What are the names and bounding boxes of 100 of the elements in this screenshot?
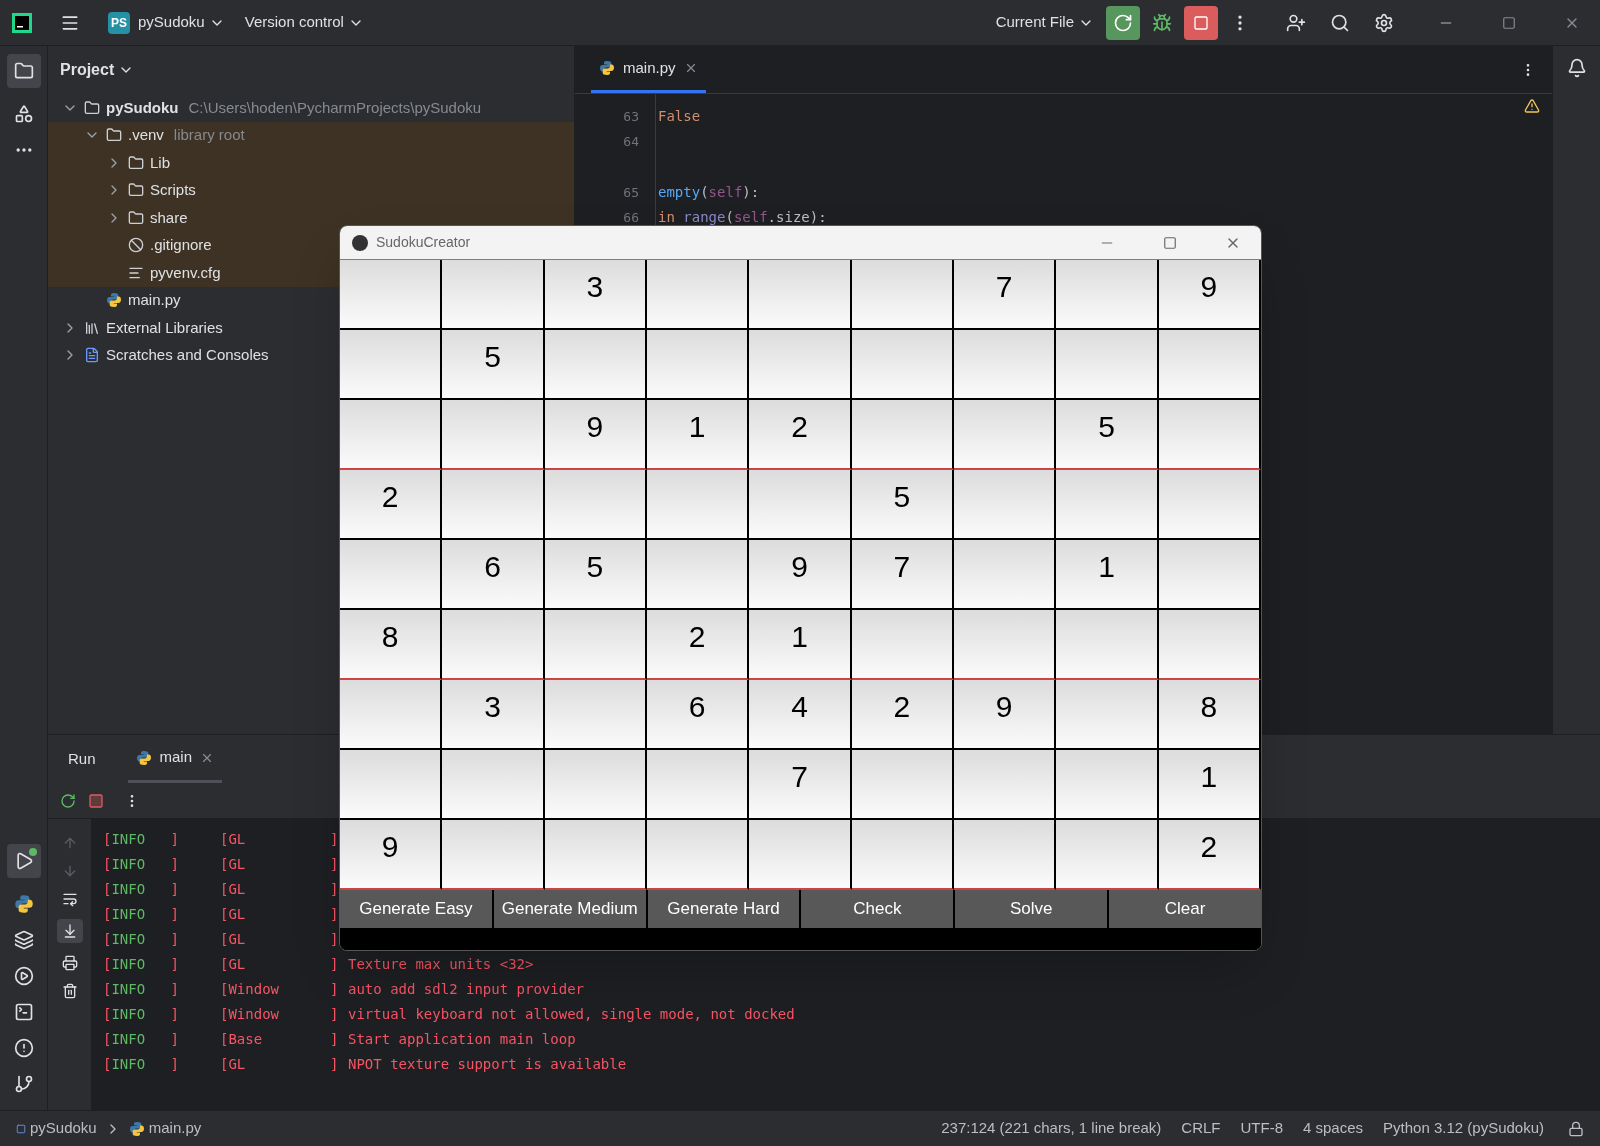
sudoku-cell[interactable]: 7	[749, 750, 852, 820]
sudoku-cell[interactable]: 1	[647, 400, 750, 470]
sudoku-cell[interactable]	[851, 750, 954, 820]
sudoku-cell[interactable]: 9	[749, 540, 852, 610]
sudoku-cell[interactable]	[442, 260, 545, 330]
rerun-button[interactable]	[1106, 5, 1140, 40]
sudoku-cell[interactable]: 5	[442, 330, 545, 400]
sudoku-cell[interactable]: 2	[851, 680, 954, 750]
project-view-selector[interactable]: Project	[60, 58, 135, 82]
sudoku-cell[interactable]: 2	[749, 400, 852, 470]
sudoku-cell[interactable]	[340, 680, 443, 750]
editor-tab[interactable]: main.py	[591, 46, 706, 93]
action-button[interactable]: Generate Easy	[340, 890, 492, 928]
breadcrumb[interactable]: pySudoku	[30, 1117, 97, 1140]
sudoku-cell[interactable]: 1	[1056, 540, 1159, 610]
sudoku-cell[interactable]: 2	[1158, 820, 1261, 890]
breadcrumb[interactable]: main.py	[148, 1117, 202, 1140]
sudoku-cell[interactable]	[1158, 470, 1261, 540]
sudoku-cell[interactable]	[1158, 330, 1261, 400]
sudoku-cell[interactable]	[1158, 610, 1261, 680]
rerun-icon[interactable]	[60, 792, 76, 809]
sudoku-cell[interactable]: 4	[749, 680, 852, 750]
run-config-selector[interactable]: Current File	[995, 11, 1094, 34]
sudoku-cell[interactable]	[1056, 330, 1159, 400]
sudoku-cell[interactable]: 7	[851, 540, 954, 610]
settings-icon[interactable]	[1374, 12, 1394, 33]
structure-icon[interactable]	[13, 104, 34, 124]
sudoku-cell[interactable]: 1	[749, 610, 852, 680]
tree-item-label[interactable]: main.py	[128, 289, 181, 312]
action-button[interactable]: Generate Hard	[647, 890, 800, 928]
sudoku-cell[interactable]	[442, 820, 545, 890]
sudoku-cell[interactable]: 5	[544, 540, 647, 610]
services-icon[interactable]	[13, 966, 34, 986]
sudoku-cell[interactable]	[340, 540, 443, 610]
sudoku-cell[interactable]	[1056, 820, 1159, 890]
sudoku-cell[interactable]	[954, 470, 1057, 540]
problems-icon[interactable]	[13, 1038, 34, 1058]
sudoku-cell[interactable]: 8	[340, 610, 443, 680]
status-item[interactable]: Python 3.12 (pySudoku)	[1383, 1117, 1544, 1140]
sudoku-cell[interactable]	[442, 750, 545, 820]
sudoku-cell[interactable]: 6	[442, 540, 545, 610]
sudoku-cell[interactable]	[851, 260, 954, 330]
vcs-menu[interactable]: Version control	[244, 11, 364, 34]
tree-item-label[interactable]: External Libraries	[106, 316, 223, 339]
sudoku-cell[interactable]: 1	[1158, 750, 1261, 820]
sudoku-cell[interactable]: 5	[851, 470, 954, 540]
sudoku-cell[interactable]	[1056, 260, 1159, 330]
sudoku-cell[interactable]	[1158, 400, 1261, 470]
tree-item-label[interactable]: share	[150, 206, 188, 229]
sudoku-cell[interactable]	[647, 470, 750, 540]
tree-item-label[interactable]: .gitignore	[150, 234, 212, 257]
sudoku-cell[interactable]	[1056, 470, 1159, 540]
debug-icon[interactable]	[1152, 12, 1172, 33]
stop-icon[interactable]	[88, 792, 104, 809]
tree-item-label[interactable]: .venv	[128, 124, 164, 147]
sudoku-cell[interactable]	[544, 820, 647, 890]
project-switcher[interactable]: pySudoku	[138, 11, 225, 34]
sudoku-cell[interactable]: 2	[647, 610, 750, 680]
sudoku-cell[interactable]	[442, 400, 545, 470]
sudoku-cell[interactable]	[1056, 610, 1159, 680]
maximize-icon[interactable]	[1502, 15, 1516, 30]
sudoku-cell[interactable]	[647, 260, 750, 330]
sudoku-cell[interactable]: 9	[954, 680, 1057, 750]
status-item[interactable]: CRLF	[1181, 1117, 1221, 1140]
sudoku-cell[interactable]	[851, 330, 954, 400]
print-icon[interactable]	[61, 955, 78, 971]
sudoku-cell[interactable]	[749, 260, 852, 330]
sudoku-cell[interactable]	[647, 820, 750, 890]
sudoku-cell[interactable]	[749, 820, 852, 890]
sudoku-cell[interactable]	[1158, 540, 1261, 610]
sudoku-cell[interactable]	[442, 470, 545, 540]
search-icon[interactable]	[1330, 12, 1350, 33]
sudoku-cell[interactable]	[954, 750, 1057, 820]
sudoku-cell[interactable]	[954, 820, 1057, 890]
sudoku-cell[interactable]	[544, 680, 647, 750]
sudoku-cell[interactable]: 7	[954, 260, 1057, 330]
sudoku-cell[interactable]	[442, 610, 545, 680]
trash-icon[interactable]	[61, 983, 78, 999]
sudoku-cell[interactable]: 2	[340, 470, 443, 540]
tree-item-label[interactable]: pySudoku	[106, 96, 179, 119]
soft-wrap-icon[interactable]	[61, 891, 78, 907]
sudoku-cell[interactable]	[749, 470, 852, 540]
sudoku-cell[interactable]	[647, 750, 750, 820]
stop-button[interactable]	[1184, 5, 1218, 40]
sudoku-cell[interactable]	[954, 610, 1057, 680]
tree-item-label[interactable]: pyvenv.cfg	[150, 261, 221, 284]
sudoku-cell[interactable]: 9	[1158, 260, 1261, 330]
sudoku-cell[interactable]	[340, 400, 443, 470]
sudoku-cell[interactable]	[340, 750, 443, 820]
run-tool-button[interactable]	[6, 844, 41, 878]
sudoku-cell[interactable]: 8	[1158, 680, 1261, 750]
sudoku-cell[interactable]: 5	[1056, 400, 1159, 470]
project-tool-button[interactable]	[6, 54, 41, 88]
tree-item-label[interactable]: Scratches and Consoles	[106, 344, 269, 367]
add-user-icon[interactable]	[1286, 12, 1306, 33]
sudoku-cell[interactable]	[749, 330, 852, 400]
sudoku-cell[interactable]	[1056, 680, 1159, 750]
lock-icon[interactable]	[1568, 1120, 1584, 1137]
sudoku-cell[interactable]	[544, 470, 647, 540]
sudoku-cell[interactable]	[1056, 750, 1159, 820]
